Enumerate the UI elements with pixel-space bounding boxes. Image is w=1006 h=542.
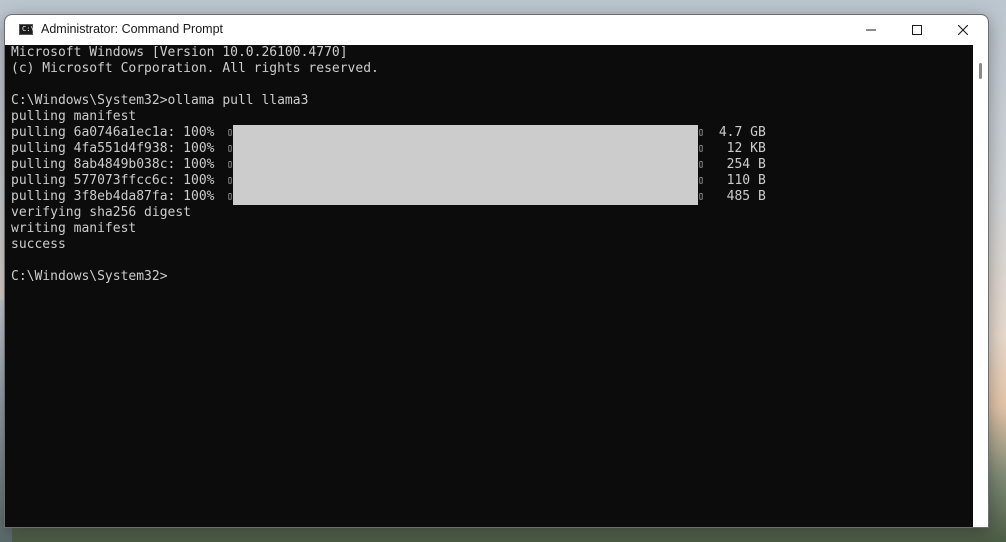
progress-end-glyph: ▯ [698, 127, 705, 138]
scrollbar-thumb[interactable] [979, 63, 982, 79]
vertical-scrollbar[interactable] [973, 45, 988, 527]
maximize-button[interactable] [894, 15, 940, 45]
progress-start-glyph: ▯ [227, 191, 234, 202]
pull-size: 254 B [711, 157, 766, 172]
console-line: (c) Microsoft Corporation. All rights re… [11, 61, 379, 76]
pull-row: pulling 3f8eb4da87fa: 100% 485 B [11, 189, 766, 205]
maximize-icon [912, 25, 922, 35]
progress-end-glyph: ▯ [698, 143, 705, 154]
close-icon [958, 25, 968, 35]
console-line: pulling manifest [11, 109, 137, 124]
pull-row: pulling 6a0746a1ec1a: 100% 4.7 GB [11, 125, 766, 141]
command-prompt-icon-glyph: C:\ [22, 25, 35, 33]
pull-label: pulling 577073ffcc6c: 100% [11, 173, 223, 188]
pull-row: pulling 4fa551d4f938: 100% 12 KB [11, 141, 766, 157]
pull-row: pulling 8ab4849b038c: 100% 254 B [11, 157, 766, 173]
pull-label: pulling 4fa551d4f938: 100% [11, 141, 223, 156]
command-prompt-icon[interactable]: C:\ [19, 24, 35, 35]
minimize-button[interactable] [848, 15, 894, 45]
progress-start-glyph: ▯ [227, 159, 234, 170]
progress-bar-fill [233, 125, 698, 205]
console-line: C:\Windows\System32>ollama pull llama3 [11, 93, 309, 108]
minimize-icon [866, 29, 876, 31]
terminal-output[interactable]: Microsoft Windows [Version 10.0.26100.47… [5, 45, 973, 527]
pull-size: 485 B [711, 189, 766, 204]
progress-start-glyph: ▯ [227, 127, 234, 138]
window-title: Administrator: Command Prompt [41, 22, 224, 36]
progress-end-glyph: ▯ [698, 191, 705, 202]
close-button[interactable] [940, 15, 986, 45]
pull-label: pulling 3f8eb4da87fa: 100% [11, 189, 223, 204]
pull-size: 4.7 GB [711, 125, 766, 140]
console-line: Microsoft Windows [Version 10.0.26100.47… [11, 45, 348, 60]
pull-label: pulling 8ab4849b038c: 100% [11, 157, 223, 172]
progress-start-glyph: ▯ [227, 175, 234, 186]
command-prompt-window: C:\ Administrator: Command Prompt Micros… [4, 14, 989, 528]
title-bar[interactable]: C:\ Administrator: Command Prompt [5, 15, 988, 45]
progress-start-glyph: ▯ [227, 143, 234, 154]
console-line: writing manifest [11, 221, 137, 236]
console-line: success [11, 237, 66, 252]
pull-size: 12 KB [711, 141, 766, 156]
command-prompt-line[interactable]: C:\Windows\System32> [11, 269, 168, 285]
console-line: verifying sha256 digest [11, 205, 192, 220]
pull-size: 110 B [711, 173, 766, 188]
progress-end-glyph: ▯ [698, 159, 705, 170]
progress-end-glyph: ▯ [698, 175, 705, 186]
pull-row: pulling 577073ffcc6c: 100% 110 B [11, 173, 766, 189]
pull-label: pulling 6a0746a1ec1a: 100% [11, 125, 223, 140]
